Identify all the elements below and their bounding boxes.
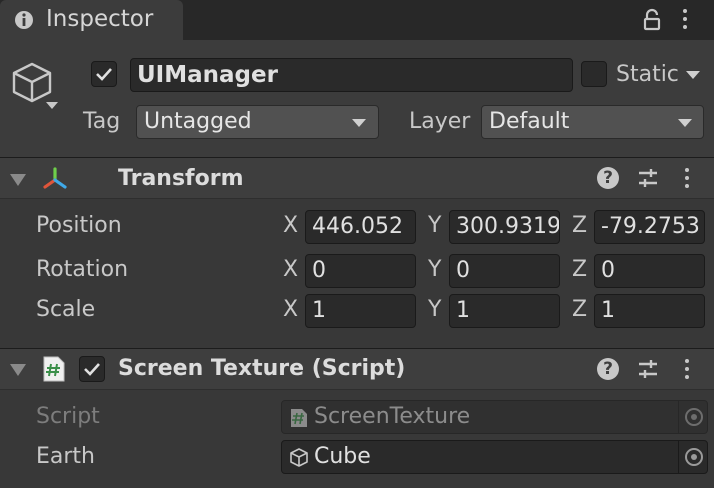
checkmark-icon [96,68,112,81]
rotation-y-axis-label[interactable]: Y [428,257,441,282]
position-x-axis-label[interactable]: X [283,213,298,238]
position-label[interactable]: Position [36,213,122,238]
scale-z-field[interactable]: 1 [594,294,705,328]
screen-texture-component-header[interactable]: Screen Texture (Script) ? [0,348,714,390]
kebab-menu-icon[interactable] [682,8,688,32]
csharp-script-icon [43,356,65,382]
script-value: ScreenTexture [314,404,471,429]
tag-value: Untagged [144,109,252,134]
info-icon [15,11,33,29]
kebab-menu-icon[interactable] [684,358,690,382]
rotation-x-axis-label[interactable]: X [283,257,298,282]
position-y-field[interactable]: 300.9319 [449,210,560,244]
position-z-field[interactable]: -79.2753 [594,210,705,244]
layer-label: Layer [409,109,471,134]
mesh-cube-icon [290,448,308,467]
rotation-z-field[interactable]: 0 [594,254,705,288]
object-picker-icon [685,408,703,426]
position-y-axis-label[interactable]: Y [428,213,441,238]
scale-x-axis-label[interactable]: X [283,297,298,322]
csharp-script-icon [291,409,307,427]
scale-y-field[interactable]: 1 [449,294,560,328]
tab-title: Inspector [46,6,154,32]
rotation-label[interactable]: Rotation [36,257,128,282]
cube-icon[interactable] [10,60,58,112]
static-checkbox[interactable] [581,61,607,87]
inspector-tab[interactable]: Inspector [0,0,183,40]
presets-icon[interactable] [637,167,659,189]
scale-x-field[interactable]: 1 [305,294,416,328]
tag-dropdown[interactable]: Untagged [136,105,379,139]
kebab-menu-icon[interactable] [684,167,690,191]
earth-value: Cube [314,444,371,469]
scale-y-axis-label[interactable]: Y [428,297,441,322]
static-label[interactable]: Static [616,62,679,87]
transform-axes-icon [43,167,67,189]
layer-dropdown[interactable]: Default [481,105,704,139]
rotation-x-field[interactable]: 0 [305,254,416,288]
picker-separator [678,440,679,474]
picker-separator [678,400,679,434]
position-z-axis-label[interactable]: Z [572,213,587,238]
foldout-arrow-icon[interactable] [10,174,26,186]
earth-object-field[interactable]: Cube [281,440,708,474]
script-label: Script [36,404,100,429]
help-icon[interactable]: ? [597,167,619,189]
script-enabled-checkbox[interactable] [79,356,105,382]
position-x-field[interactable]: 446.052 [305,210,416,244]
foldout-arrow-icon[interactable] [10,364,26,376]
chevron-down-icon [678,119,692,127]
rotation-z-axis-label[interactable]: Z [572,257,587,282]
scale-label[interactable]: Scale [36,297,95,322]
active-checkbox[interactable] [91,61,117,87]
layer-value: Default [489,109,570,134]
static-dropdown-arrow-icon[interactable] [686,71,700,79]
transform-component-header[interactable]: Transform ? [0,157,714,199]
presets-icon[interactable] [637,358,659,380]
transform-title: Transform [118,166,244,191]
rotation-y-field[interactable]: 0 [449,254,560,288]
gameobject-name-field[interactable]: UIManager [130,58,573,92]
help-icon[interactable]: ? [597,358,619,380]
tag-label: Tag [83,109,121,134]
script-field: ScreenTexture [281,400,708,434]
lock-icon[interactable] [640,8,664,32]
chevron-down-icon [352,119,366,127]
screen-texture-title: Screen Texture (Script) [118,356,406,381]
object-picker-icon[interactable] [685,448,703,466]
checkmark-icon [84,363,100,376]
scale-z-axis-label[interactable]: Z [572,297,587,322]
earth-label[interactable]: Earth [36,444,95,469]
